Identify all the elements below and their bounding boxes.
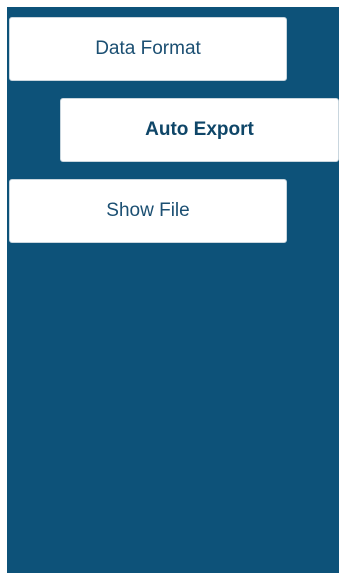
auto-export-label: Auto Export [145, 119, 254, 140]
show-file-button[interactable]: Show File [9, 179, 287, 243]
menu-panel [7, 7, 339, 573]
data-format-label: Data Format [95, 38, 201, 59]
show-file-label: Show File [106, 200, 190, 221]
auto-export-button[interactable]: Auto Export [60, 98, 339, 162]
data-format-button[interactable]: Data Format [9, 17, 287, 81]
